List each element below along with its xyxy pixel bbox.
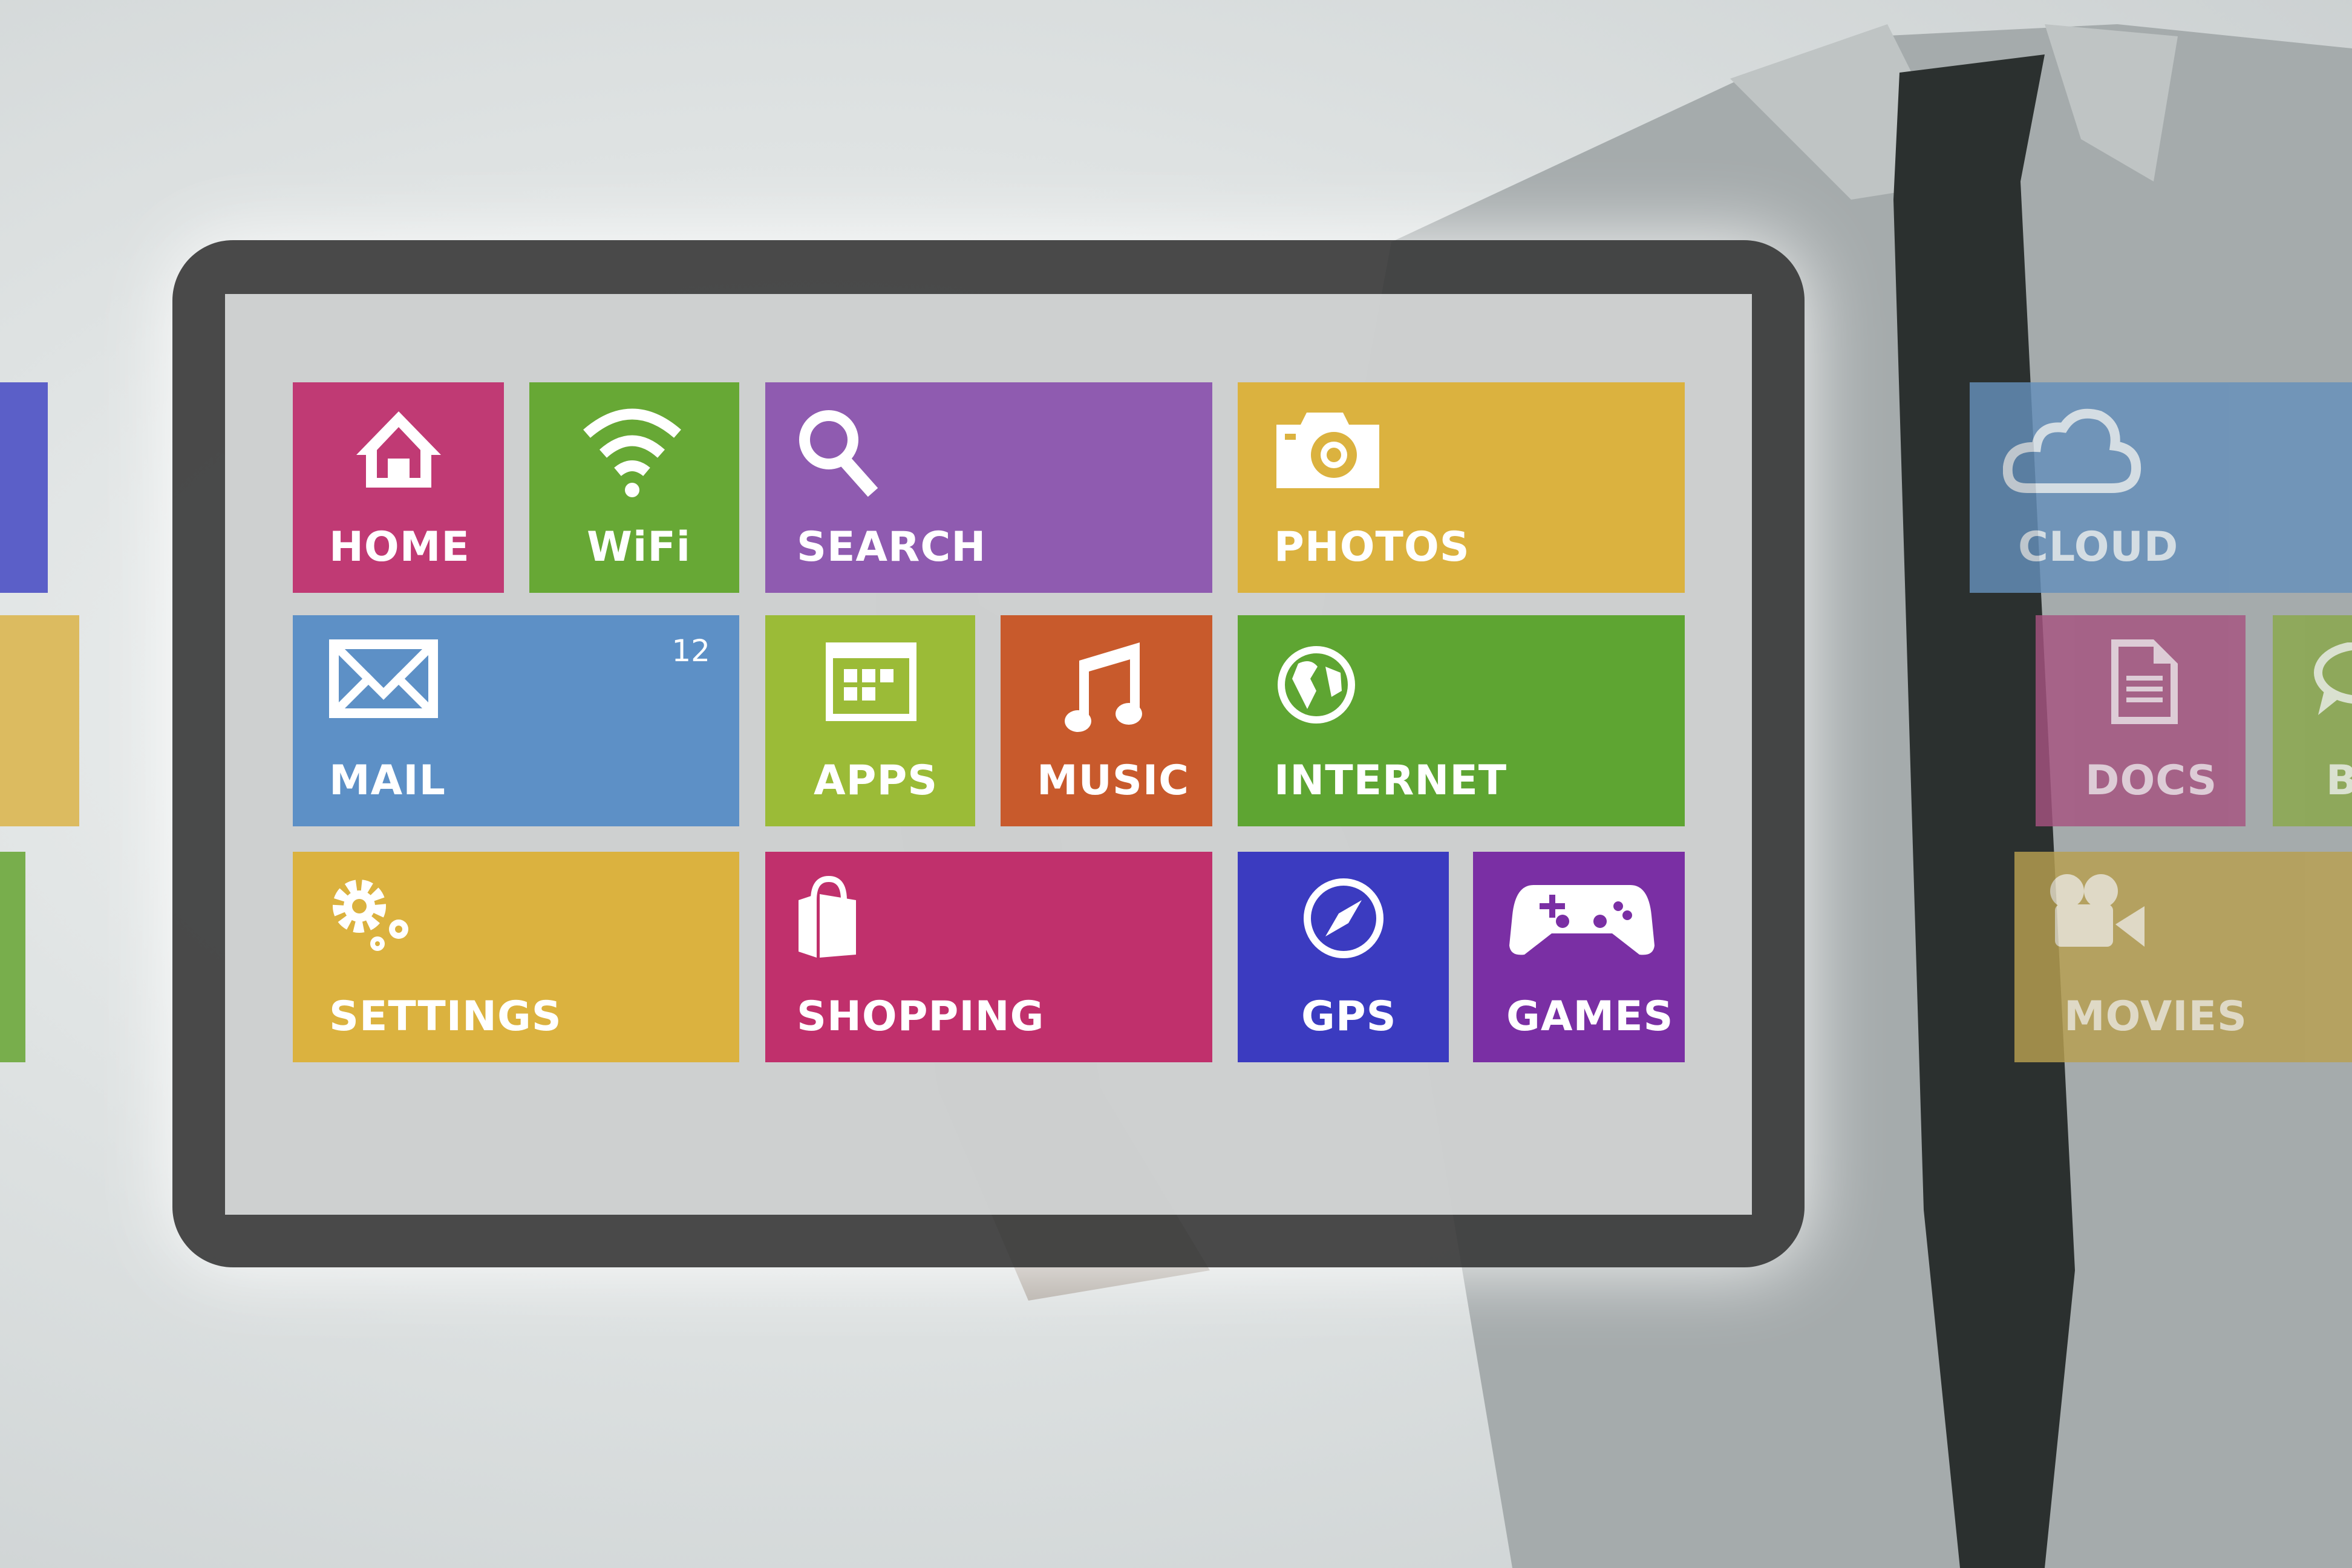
tile-label: MAIL: [329, 757, 446, 805]
movie-camera-icon: [2048, 873, 2145, 952]
shopping-bag-icon: [795, 876, 862, 961]
tile-internet[interactable]: INTERNET: [1238, 615, 1685, 826]
wifi-icon: [578, 407, 687, 497]
tile-label: SETTINGS: [329, 993, 562, 1040]
magnifier-icon: [795, 407, 886, 497]
tile-label: GPS: [1301, 993, 1397, 1040]
globe-icon: [1274, 642, 1359, 727]
tile-search[interactable]: SEARCH: [765, 382, 1212, 593]
tile-label: HOME: [329, 523, 470, 571]
speech-bubble-icon: [2312, 642, 2352, 727]
tile-label: B: [2326, 757, 2352, 805]
tile-movies[interactable]: MOVIES: [2014, 852, 2352, 1062]
tile-settings[interactable]: SETTINGS: [293, 852, 739, 1062]
music-note-icon: [1061, 642, 1146, 733]
tile-shopping[interactable]: SHOPPING: [765, 852, 1212, 1062]
document-icon: [2111, 639, 2178, 724]
tile-label: GAMES: [1506, 993, 1674, 1040]
tile-label: CLOUD: [2018, 523, 2179, 571]
partial-tile-blue[interactable]: [0, 382, 48, 593]
envelope-icon: [329, 639, 438, 718]
tile-music[interactable]: MUSIC: [1001, 615, 1212, 826]
tile-label: APPS: [814, 757, 938, 805]
tile-apps[interactable]: APPS: [765, 615, 975, 826]
app-grid-icon: [826, 642, 916, 721]
tile-games[interactable]: GAMES: [1473, 852, 1685, 1062]
tile-label: INTERNET: [1274, 757, 1508, 805]
mail-unread-count: 12: [671, 633, 710, 668]
cloud-icon: [2003, 403, 2142, 494]
tile-b[interactable]: B: [2273, 615, 2352, 826]
tile-home[interactable]: HOME: [293, 382, 504, 593]
tile-label: WiFi: [587, 523, 691, 571]
tile-gps[interactable]: GPS: [1238, 852, 1449, 1062]
tile-label: SHOPPING: [797, 993, 1045, 1040]
tile-label: MOVIES: [2064, 993, 2248, 1040]
camera-icon: [1276, 410, 1379, 488]
compass-icon: [1301, 876, 1386, 961]
tile-label: PHOTOS: [1274, 523, 1470, 571]
partial-tile-green[interactable]: [0, 852, 25, 1062]
house-icon: [350, 407, 447, 491]
tile-label: DOCS: [2085, 757, 2218, 805]
tile-mail[interactable]: 12 MAIL: [293, 615, 739, 826]
tile-photos[interactable]: PHOTOS: [1238, 382, 1685, 593]
tile-docs[interactable]: DOCS: [2036, 615, 2246, 826]
tile-wifi[interactable]: WiFi: [529, 382, 739, 593]
tile-label: SEARCH: [797, 523, 987, 571]
partial-tile-yellow[interactable]: [0, 615, 79, 826]
tile-label: MUSIC: [1037, 757, 1190, 805]
gears-icon: [329, 876, 420, 955]
tile-cloud[interactable]: CLOUD: [1970, 382, 2352, 593]
gamepad-icon: [1509, 879, 1655, 958]
